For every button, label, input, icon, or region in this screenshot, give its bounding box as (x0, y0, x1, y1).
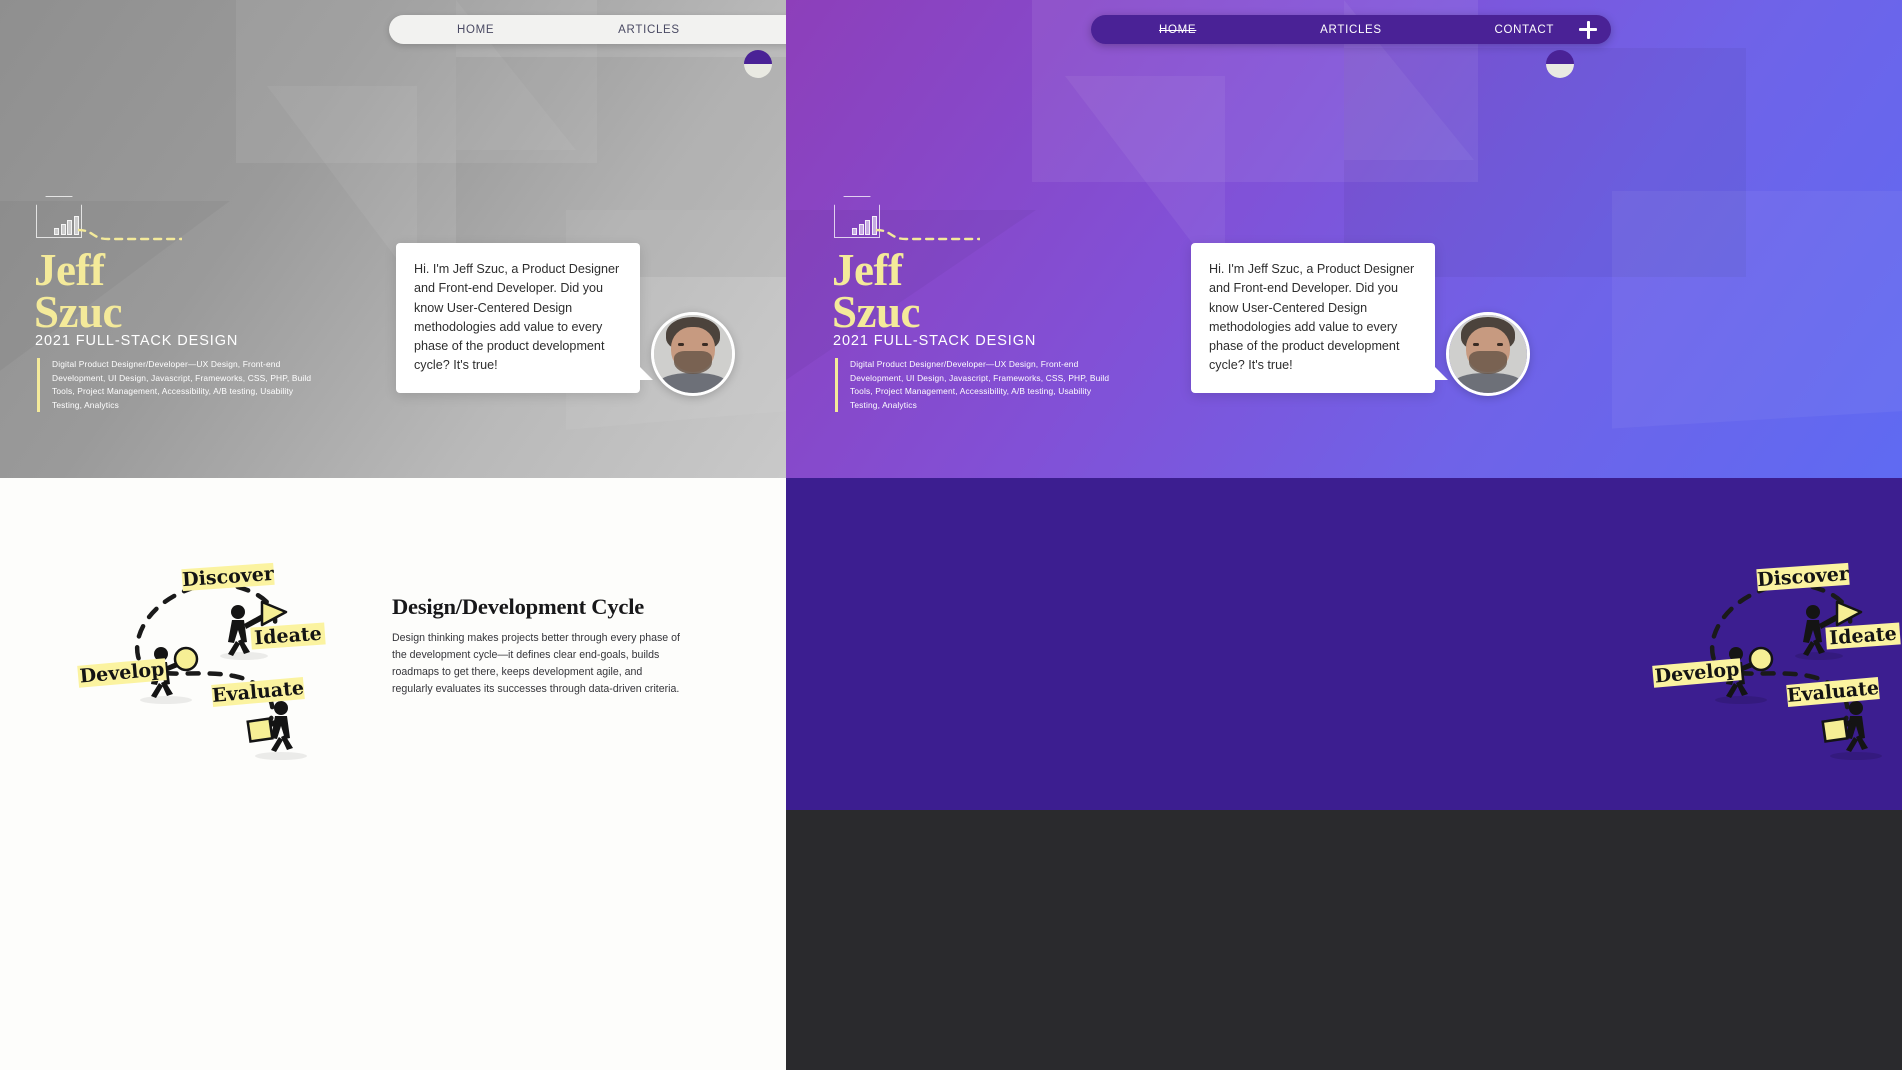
avatar-eye-left (1473, 343, 1480, 347)
logo-bars (852, 216, 877, 235)
name-line-2: Szuc (832, 286, 921, 337)
hero-keywords: Digital Product Designer/Developer—UX De… (835, 358, 1121, 413)
cycle-label-ideate: Ideate (254, 623, 323, 650)
hero-keywords: Digital Product Designer/Developer—UX De… (37, 358, 323, 413)
cycle-illustration: Discover Ideate Develop Evaluate (66, 528, 366, 778)
navbar-container: HOME ARTICLES CONTACT (1091, 15, 1611, 44)
main-navbar: HOME ARTICLES CONTACT (1091, 15, 1611, 44)
cycle-paragraph: Design thinking makes projects better th… (392, 632, 680, 696)
cycle-label-ideate: Ideate (1829, 623, 1898, 650)
avatar[interactable] (1446, 312, 1530, 396)
intro-speech-bubble: Hi. I'm Jeff Szuc, a Product Designer an… (396, 243, 653, 393)
avatar-badge[interactable] (744, 50, 772, 78)
cycle-label-evaluate: Evaluate (1786, 677, 1880, 707)
site-logo-icon[interactable] (36, 196, 82, 238)
cycle-label-evaluate: Evaluate (211, 677, 305, 707)
avatar[interactable] (651, 312, 735, 396)
dashed-connector (874, 228, 982, 242)
hero-subtitle: 2021 FULL-STACK DESIGN (833, 333, 1037, 349)
nav-item-home[interactable]: HOME (1091, 24, 1264, 36)
nav-item-articles[interactable]: ARTICLES (1264, 24, 1437, 36)
facet-shape (1611, 191, 1902, 478)
page-title: Jeff Szuc (832, 248, 921, 337)
avatar-eye-right (701, 343, 708, 347)
footer-dark-bar (786, 810, 1902, 1070)
nav-item-articles[interactable]: ARTICLES (562, 24, 735, 36)
main-navbar: HOME ARTICLES CONTACT (389, 15, 786, 44)
hero-section-light: HOME ARTICLES CONTACT (0, 0, 786, 478)
cycle-label-discover: Discover (181, 563, 275, 591)
navbar-container: HOME ARTICLES CONTACT (389, 15, 786, 44)
avatar-body (658, 372, 728, 393)
avatar-eye-left (678, 343, 685, 347)
cycle-illustration: Discover Ideate Develop Evaluate (1641, 528, 1902, 778)
hero-subtitle: 2021 FULL-STACK DESIGN (35, 333, 239, 349)
plus-icon[interactable] (1579, 20, 1597, 39)
facet-shape (267, 86, 418, 287)
avatar-eye-right (1496, 343, 1503, 347)
hero-section-purple: HOME ARTICLES CONTACT Jeff Szuc 2021 FUL… (786, 0, 1902, 478)
dashed-connector (76, 228, 184, 242)
intro-speech-bubble: Hi. I'm Jeff Szuc, a Product Designer an… (1191, 243, 1448, 393)
avatar-body (1453, 372, 1523, 393)
cycle-section-purple: Discover Ideate Develop Evaluate (786, 478, 1902, 810)
cycle-label-discover: Discover (1756, 563, 1850, 591)
cycle-section-light: Discover Ideate Develop Evaluate Design/… (0, 478, 786, 1070)
name-line-2: Szuc (34, 286, 123, 337)
light-theme-panel: HOME ARTICLES CONTACT (0, 0, 786, 1070)
nav-item-contact[interactable]: CONTACT (736, 24, 786, 36)
cycle-heading: Design/Development Cycle (392, 594, 645, 619)
page-title: Jeff Szuc (34, 248, 123, 337)
avatar-badge[interactable] (1546, 50, 1574, 78)
comparison-stage: HOME ARTICLES CONTACT (0, 0, 1902, 1070)
site-logo-icon[interactable] (834, 196, 880, 238)
logo-bars (54, 216, 79, 235)
purple-theme-panel: HOME ARTICLES CONTACT Jeff Szuc 2021 FUL… (786, 0, 1902, 1070)
nav-item-home[interactable]: HOME (389, 24, 562, 36)
